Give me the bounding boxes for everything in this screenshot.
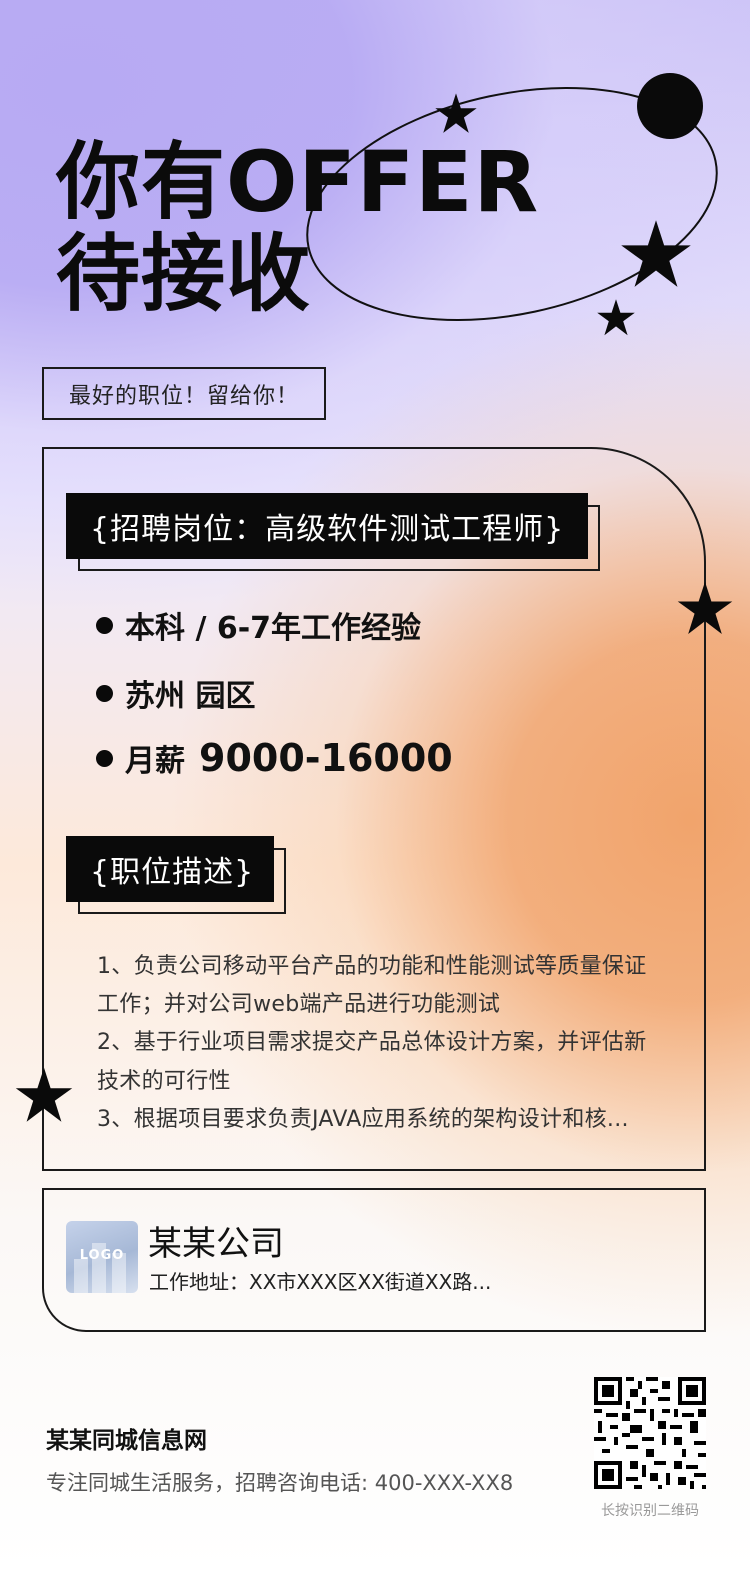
description-line: 工作；并对公司web端产品进行功能测试: [97, 992, 501, 1017]
description-line: 1、负责公司移动平台产品的功能和性能测试等质量保证: [97, 954, 647, 979]
star-icon: [597, 299, 635, 336]
logo-text: LOGO: [79, 1248, 125, 1263]
company-name: 某某公司: [148, 1224, 284, 1264]
company-card: [42, 1188, 706, 1332]
slogan-box: 最好的职位！留给你！: [42, 367, 326, 420]
star-icon: [621, 220, 691, 287]
salary-value: 9000-16000: [199, 736, 453, 780]
requirement-location: 苏州 园区: [96, 671, 255, 715]
requirement-text: 苏州 园区: [125, 679, 256, 714]
star-icon: [677, 581, 733, 634]
qr-caption: 长按识别二维码: [601, 1503, 699, 1519]
qr-code-icon[interactable]: [594, 1377, 706, 1489]
position-tag-text: {招聘岗位：高级软件测试工程师}: [90, 512, 565, 547]
position-tag: {招聘岗位：高级软件测试工程师}: [66, 493, 588, 559]
requirement-text: 本科 / 6-7年工作经验: [125, 611, 422, 646]
slogan-text: 最好的职位！留给你！: [68, 383, 299, 409]
bullet-dot-icon: [96, 616, 113, 634]
bullet-dot-icon: [96, 749, 113, 767]
salary-label: 月薪: [125, 744, 185, 779]
description-tag-text: {职位描述}: [90, 855, 255, 890]
site-description: 专注同城生活服务，招聘咨询电话: 400-XXX-XX8: [46, 1471, 514, 1495]
site-name: 某某同城信息网: [46, 1428, 207, 1454]
star-icon: [435, 93, 477, 133]
requirement-education: 本科 / 6-7年工作经验: [96, 603, 421, 647]
description-line: 技术的可行性: [97, 1069, 231, 1094]
bullet-dot-icon: [96, 684, 113, 702]
headline-line-2: 待接收: [56, 225, 312, 323]
description-line: 3、根据项目要求负责JAVA应用系统的架构设计和核...: [97, 1107, 629, 1132]
company-address: 工作地址：XX市XXX区XX街道XX路...: [149, 1270, 492, 1294]
requirement-salary: 月薪 9000-16000: [96, 736, 453, 780]
description-line: 2、基于行业项目需求提交产品总体设计方案，并评估新: [97, 1030, 647, 1055]
company-logo: LOGO: [66, 1221, 138, 1293]
headline-line-1: 你有OFFER: [56, 133, 540, 231]
description-tag: {职位描述}: [66, 836, 274, 902]
circle-dot: [637, 73, 703, 139]
star-icon: [15, 1067, 73, 1122]
